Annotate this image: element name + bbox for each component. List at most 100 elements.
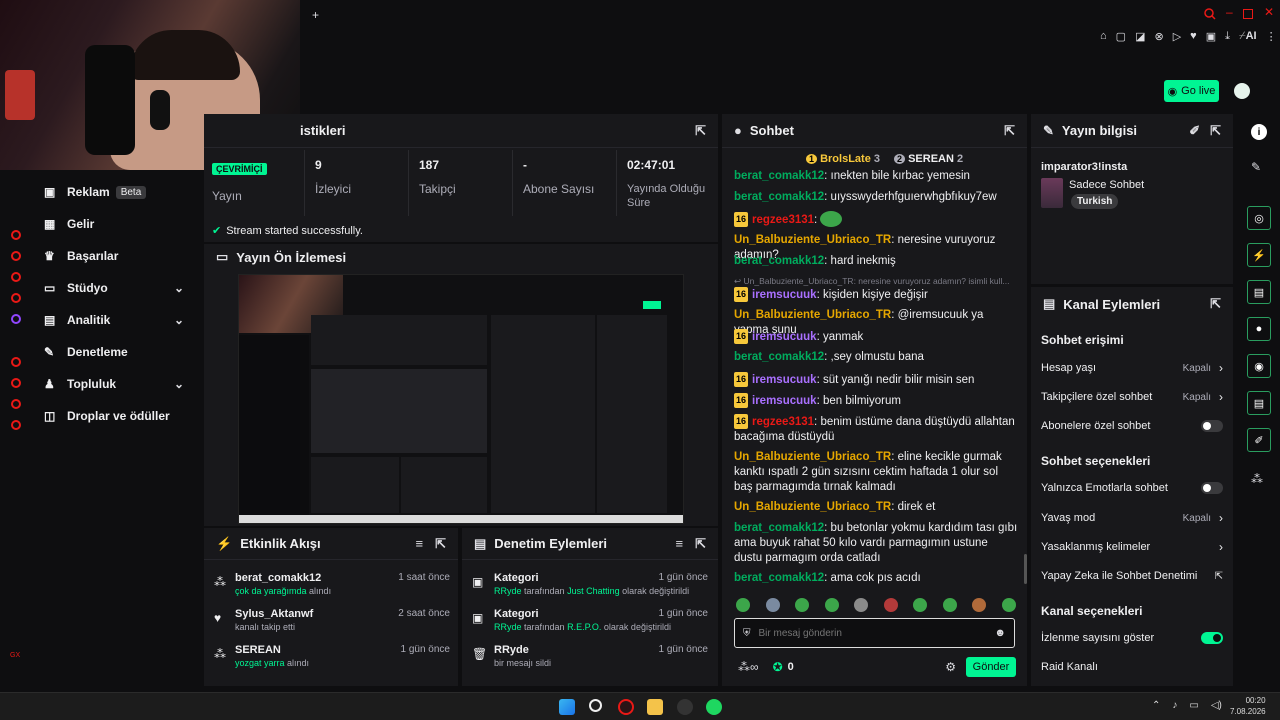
info-icon[interactable]: i [1251,124,1267,140]
list-item[interactable]: ⁂ berat_comakk12 1 saat önce çok da yara… [214,572,450,596]
nav-item-topluluk[interactable]: ♟ Topluluk ⌄ [0,368,200,400]
slow-mode-setting[interactable]: Yavaş mod Kapalı › [1041,511,1223,525]
account-age-setting[interactable]: Hesap yaşı Kapalı › [1041,361,1223,375]
chevron-up-icon[interactable]: ⌃ [1152,700,1160,711]
stream-preview-video[interactable] [238,274,684,524]
extension-icon[interactable]: ⊗ [1154,30,1163,44]
emote-icon[interactable] [736,598,750,612]
list-icon[interactable]: ▤ [1247,391,1271,415]
points-icon[interactable]: ✪ [773,660,783,674]
windows-start-icon[interactable] [559,699,575,715]
emote-icon[interactable] [1001,598,1016,612]
send-button[interactable]: Gönder [966,657,1016,677]
minimize-icon[interactable]: – [1226,5,1233,19]
snapshot-icon[interactable]: ▢ [1116,30,1126,44]
nav-item-droplar[interactable]: ◫ Droplar ve ödüller [0,400,200,432]
play-icon[interactable]: ▷ [1173,30,1181,44]
show-viewers-toggle[interactable] [1201,632,1223,644]
popout-icon[interactable]: ⇱ [1210,296,1221,312]
leaderboard-item[interactable]: 1 BrolsLate 3 [806,153,880,165]
raid-setting[interactable]: Raid Kanalı [1041,661,1223,673]
emote-icon[interactable] [883,598,898,612]
list-item[interactable]: 🗑 RRyde 1 gün önce bir mesajı sildi [472,644,708,668]
document-icon[interactable]: ▤ [1247,280,1271,304]
community-icon[interactable]: ⁂ [1251,472,1263,486]
nav-item-basarilar[interactable]: ♛ Başarılar [0,240,200,272]
gear-icon[interactable]: ⚙ [945,660,956,674]
chat-scrollbar[interactable] [1024,554,1027,584]
pin-icon[interactable]: ◪ [1135,30,1145,44]
emote-icon[interactable] [942,598,957,612]
popout-icon[interactable]: ⇱ [1210,123,1221,139]
browser-sidebar-icon[interactable] [11,399,21,409]
emote-icon[interactable] [913,598,928,612]
nav-item-reklam[interactable]: ▣ Reklam Beta [0,176,200,208]
ai-icon[interactable]: ⌿AI [1239,30,1257,44]
close-icon[interactable]: ✕ [1264,5,1274,19]
microphone-icon[interactable]: ♪ [1172,700,1177,711]
clock[interactable]: 00:20 7.08.2026 [1230,695,1266,717]
popout-icon[interactable]: ⇱ [1004,123,1015,139]
download-icon[interactable]: ⤓ [1225,30,1230,44]
lightning-icon[interactable]: ⚡ [1247,243,1271,267]
browser-sidebar-icon[interactable] [11,251,21,261]
maximize-icon[interactable] [1243,9,1253,19]
subs-only-setting[interactable]: Abonelere özel sohbet [1041,420,1223,432]
edit-icon[interactable]: ✎ [1251,160,1261,174]
leaderboard-item[interactable]: 2 SEREAN 2 [894,153,963,165]
emote-icon[interactable] [972,598,987,612]
show-viewers-setting[interactable]: İzlenme sayısını göster [1041,632,1223,644]
popout-icon[interactable]: ⇱ [695,536,706,552]
edit-icon[interactable]: ✐ [1189,123,1200,139]
stream-tag[interactable]: Turkish [1071,194,1119,209]
browser-sidebar-icon[interactable] [11,378,21,388]
followers-only-setting[interactable]: Takipçilere özel sohbet Kapalı › [1041,390,1223,404]
emoji-icon[interactable]: ☻ [994,627,1006,639]
folder-icon[interactable] [647,699,663,715]
emote-only-toggle[interactable] [1201,482,1223,494]
nav-item-analitik[interactable]: ▤ Analitik ⌄ [0,304,200,336]
emote-icon[interactable] [854,598,869,612]
heart-icon[interactable]: ♥ [1190,30,1197,44]
camera-icon[interactable]: ◎ [1247,206,1271,230]
avatar[interactable] [1232,81,1252,101]
chat-input-box[interactable]: ⛨ ☻ [734,618,1015,648]
obs-icon[interactable] [677,699,693,715]
volume-icon[interactable]: ◁) [1211,700,1222,711]
filter-icon[interactable]: ≡ [676,536,684,551]
broadcast-icon[interactable]: ◉ [1247,354,1271,378]
menu-icon[interactable]: ⋮ [1266,30,1277,44]
wrench-icon[interactable]: ✐ [1247,428,1271,452]
emote-icon[interactable] [795,598,810,612]
banned-words-setting[interactable]: Yasaklanmış kelimeler › [1041,540,1223,554]
browser-sidebar-icon[interactable] [11,272,21,282]
popout-icon[interactable]: ⇱ [435,536,446,552]
community-icon[interactable]: ⁂∞ [738,660,759,674]
chat-input[interactable] [758,627,995,639]
spotify-icon[interactable] [706,699,722,715]
popout-icon[interactable]: ⇱ [695,123,706,139]
settings-icon[interactable] [11,420,21,430]
emote-only-setting[interactable]: Yalnızca Emotlarla sohbet [1041,482,1223,494]
emote-icon[interactable] [824,598,839,612]
ai-moderation-setting[interactable]: Yapay Zeka ile Sohbet Denetimi ⇱ [1041,570,1223,582]
browser-sidebar-icon[interactable] [11,357,21,367]
list-item[interactable]: ⁂ SEREAN 1 gün önce yozgat yarra alındı [214,644,450,668]
subs-only-toggle[interactable] [1201,420,1223,432]
network-icon[interactable]: ▭ [1189,700,1198,711]
list-item[interactable]: ♥ Sylus_Aktanwf 2 saat önce kanalı takip… [214,608,450,632]
filter-icon[interactable]: ≡ [416,536,424,551]
nav-item-studyo[interactable]: ▭ Stüdyo ⌄ [0,272,200,304]
chat-icon[interactable]: ● [1247,317,1271,341]
go-live-button[interactable]: ◉ Go live [1164,80,1219,102]
search-icon[interactable] [589,699,602,712]
search-icon[interactable] [1204,8,1216,20]
opera-gx-icon[interactable] [618,699,634,715]
twitch-icon[interactable] [11,314,21,324]
new-tab-icon[interactable]: + [312,8,319,22]
emote-icon[interactable] [765,598,780,612]
shield-icon[interactable]: ⛨ [743,628,751,639]
bookmark-icon[interactable]: ⌂ [1100,30,1107,44]
box-icon[interactable]: ▣ [1206,30,1216,44]
nav-item-gelir[interactable]: ▦ Gelir [0,208,200,240]
